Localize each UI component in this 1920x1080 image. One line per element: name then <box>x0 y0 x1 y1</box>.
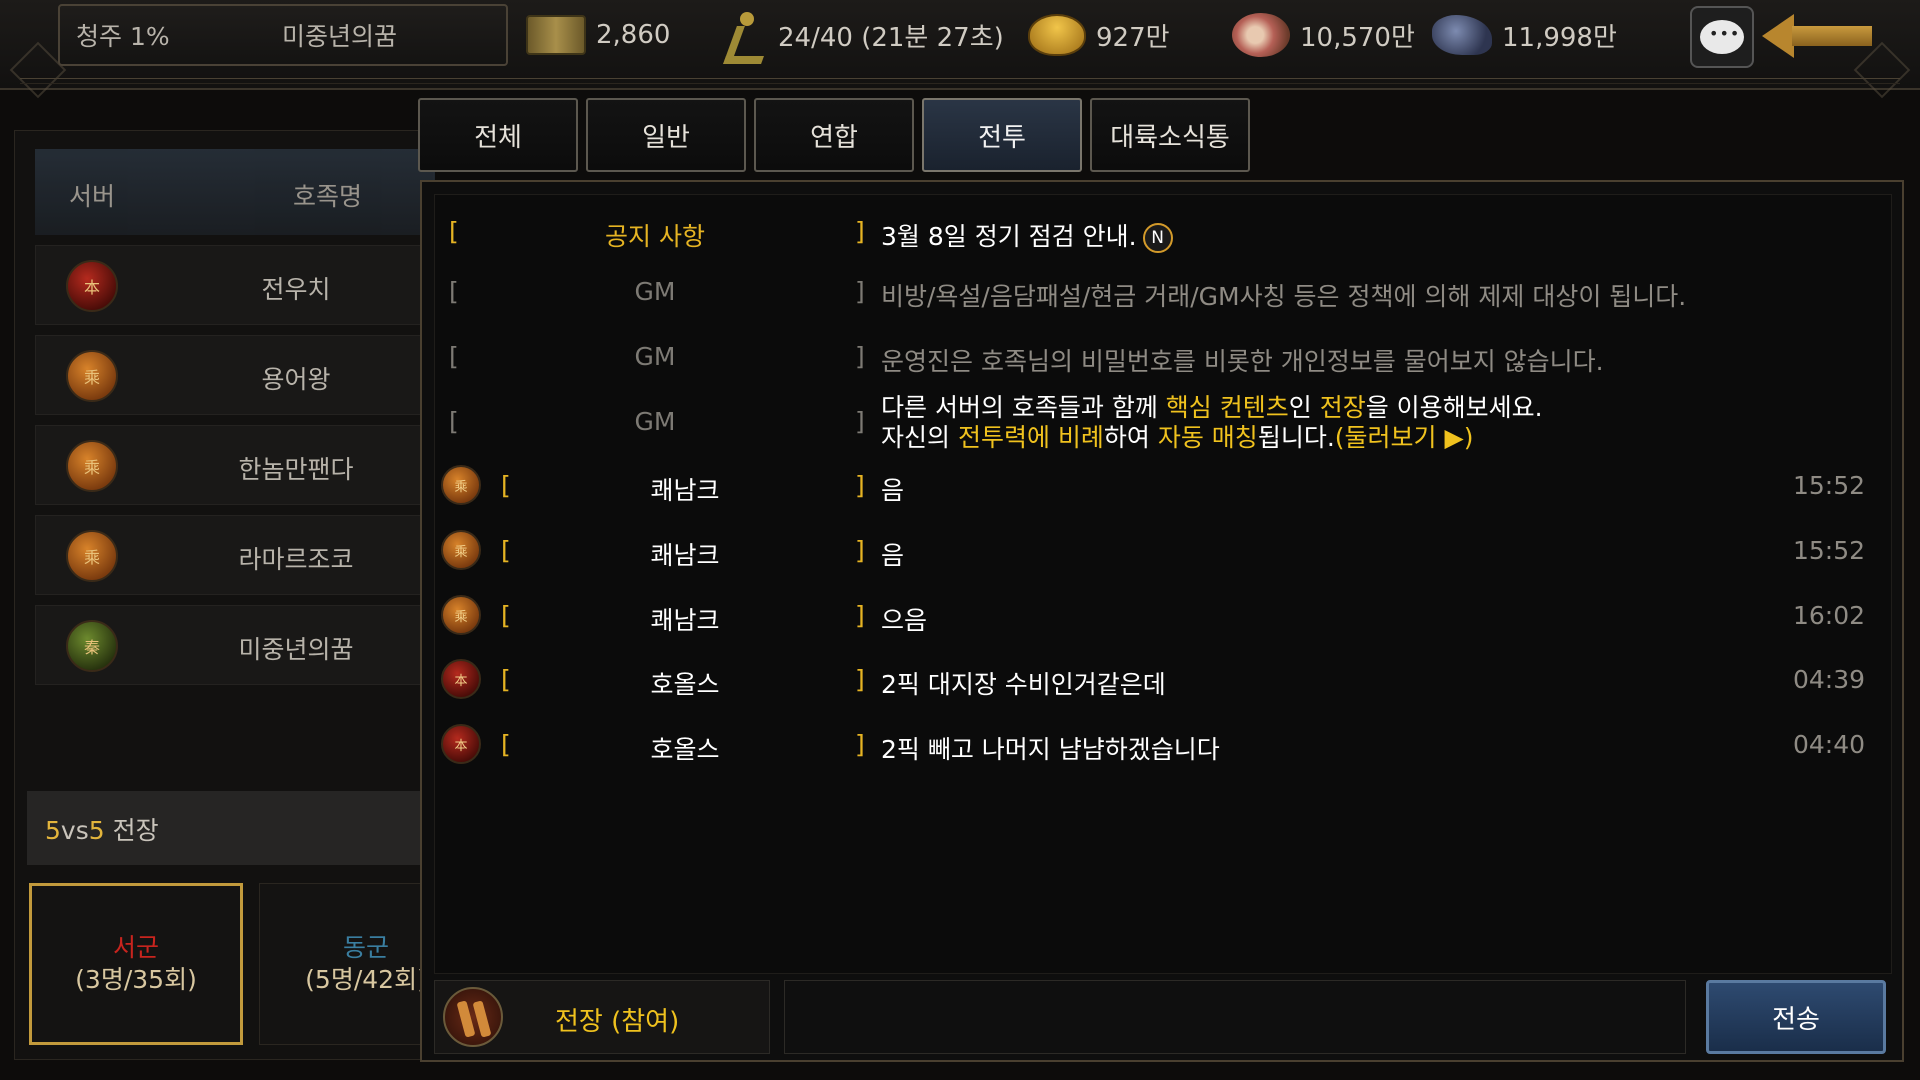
server-emblem-icon: 乘 <box>66 530 118 582</box>
gold-icon <box>1028 14 1086 56</box>
ore-icon <box>1432 15 1492 55</box>
message-text: 2픽 빼고 나머지 냠냠하겠습니다 <box>881 735 1220 764</box>
server-emblem-icon: 本 <box>66 260 118 312</box>
player-row[interactable]: 乘 한놈만팬다 <box>35 425 435 505</box>
gm-text: 운영진은 호족님의 비밀번호를 비롯한 개인정보를 물어보지 않습니다. <box>881 347 1604 376</box>
tab-all[interactable]: 전체 <box>418 98 578 172</box>
player-row[interactable]: 本 전우치 <box>35 245 435 325</box>
browse-link[interactable]: (둘러보기 ▶) <box>1335 423 1474 452</box>
player-row[interactable]: 乘 라마르조코 <box>35 515 435 595</box>
gm-sender: GM <box>634 277 676 306</box>
server-emblem-icon: 乘 <box>441 530 481 570</box>
gm-sender: GM <box>634 407 676 436</box>
message-sender[interactable]: 쾌남크 <box>535 471 835 507</box>
west-team-info: (3명/35회) <box>75 965 197 994</box>
ore-resource: 11,998만 <box>1432 10 1617 60</box>
ore-count: 11,998만 <box>1502 22 1617 53</box>
gm-text: 비방/욕설/음담패설/현금 거래/GM사칭 등은 정책에 의해 제제 대상이 됩… <box>881 282 1687 311</box>
clan-name: 미중년의꿈 <box>282 22 398 51</box>
player-row[interactable]: 秦 미중년의꿈 <box>35 605 435 685</box>
chat-icon <box>1700 20 1744 54</box>
back-arrow-icon <box>1762 14 1794 58</box>
tab-alliance[interactable]: 연합 <box>754 98 914 172</box>
server-clan-box[interactable]: 청주 1% 미중년의꿈 <box>58 4 508 66</box>
east-team-name: 동군 <box>342 933 389 962</box>
chat-panel: [ 공지 사항 ] 3월 8일 정기 점검 안내. N [ GM ] 비방/욕설/… <box>420 180 1904 1062</box>
message-sender[interactable]: 쾌남크 <box>535 536 835 572</box>
message-time: 16:02 <box>1792 601 1865 630</box>
battlefield-channel-icon <box>443 987 503 1047</box>
message-time: 15:52 <box>1792 536 1865 565</box>
scroll-icon <box>526 15 586 55</box>
player-list-header: 서버 호족명 <box>35 149 435 235</box>
tab-battle[interactable]: 전투 <box>922 98 1082 172</box>
stamina-resource: 24/40 (21분 27초) <box>724 10 1004 60</box>
chat-log[interactable]: [ 공지 사항 ] 3월 8일 정기 점검 안내. N [ GM ] 비방/욕설/… <box>434 194 1892 974</box>
tab-general[interactable]: 일반 <box>586 98 746 172</box>
chat-input[interactable] <box>784 980 1686 1054</box>
food-count: 10,570만 <box>1300 22 1415 53</box>
scroll-count: 2,860 <box>596 20 671 50</box>
channel-label: 전장 (참여) <box>555 1007 680 1037</box>
player-name: 전우치 <box>261 275 331 304</box>
message-sender[interactable]: 호올스 <box>535 665 835 701</box>
server-emblem-icon: 乘 <box>441 465 481 505</box>
scroll-resource: 2,860 <box>526 10 670 60</box>
battle-mode-label: 5vs5 전장 <box>27 791 437 865</box>
notice-text: 3월 8일 정기 점검 안내. N <box>881 217 1173 253</box>
server-emblem-icon: 乘 <box>66 440 118 492</box>
player-name: 용어왕 <box>261 365 331 394</box>
server-emblem-icon: 乘 <box>66 350 118 402</box>
notice-sender: 공지 사항 <box>605 222 705 251</box>
message-text: 음 <box>881 541 905 570</box>
west-team-name: 서군 <box>112 933 159 962</box>
food-resource: 10,570만 <box>1232 10 1415 60</box>
player-name: 한놈만팬다 <box>238 455 354 484</box>
send-button[interactable]: 전송 <box>1706 980 1886 1054</box>
header-clan-name: 호족명 <box>293 182 363 211</box>
promo-text: 다른 서버의 호족들과 함께 핵심 컨텐츠인 전장을 이용해보세요. 자신의 전… <box>881 393 1543 452</box>
server-label: 청주 1% <box>76 22 170 51</box>
message-time: 04:39 <box>1792 665 1865 694</box>
gm-sender: GM <box>634 342 676 371</box>
player-row[interactable]: 乘 용어왕 <box>35 335 435 415</box>
message-sender[interactable]: 호올스 <box>535 730 835 766</box>
chat-button[interactable] <box>1690 6 1754 68</box>
back-button[interactable] <box>1762 14 1872 58</box>
message-text: 으음 <box>881 606 928 635</box>
chat-channel-selector[interactable]: 전장 (참여) <box>434 980 770 1054</box>
message-time: 04:40 <box>1792 730 1865 759</box>
west-team-button[interactable]: 서군 (3명/35회) <box>29 883 243 1045</box>
gold-resource: 927만 <box>1028 10 1170 60</box>
east-team-info: (5명/42회) <box>305 965 427 994</box>
server-emblem-icon: 本 <box>441 659 481 699</box>
server-emblem-icon: 秦 <box>66 620 118 672</box>
tab-continent-news[interactable]: 대륙소식통 <box>1090 98 1250 172</box>
food-icon <box>1232 13 1290 57</box>
gold-count: 927만 <box>1096 22 1170 53</box>
message-sender[interactable]: 쾌남크 <box>535 601 835 637</box>
runner-icon <box>724 12 768 58</box>
message-text: 2픽 대지장 수비인거같은데 <box>881 670 1166 699</box>
resource-bar: 청주 1% 미중년의꿈 2,860 24/40 (21분 27초) 927만 1… <box>0 0 1920 99</box>
message-text: 음 <box>881 476 905 505</box>
header-server: 서버 <box>69 182 116 211</box>
message-time: 15:52 <box>1792 471 1865 500</box>
new-badge-icon: N <box>1142 223 1173 253</box>
battlefield-player-panel: 서버 호족명 本 전우치 乘 용어왕 乘 한놈만팬다 乘 라마르조코 秦 미중년… <box>14 130 473 1060</box>
player-name: 미중년의꿈 <box>238 635 354 664</box>
server-emblem-icon: 乘 <box>441 595 481 635</box>
stamina-count: 24/40 (21분 27초) <box>778 22 1004 53</box>
server-emblem-icon: 本 <box>441 724 481 764</box>
player-name: 라마르조코 <box>238 545 354 574</box>
